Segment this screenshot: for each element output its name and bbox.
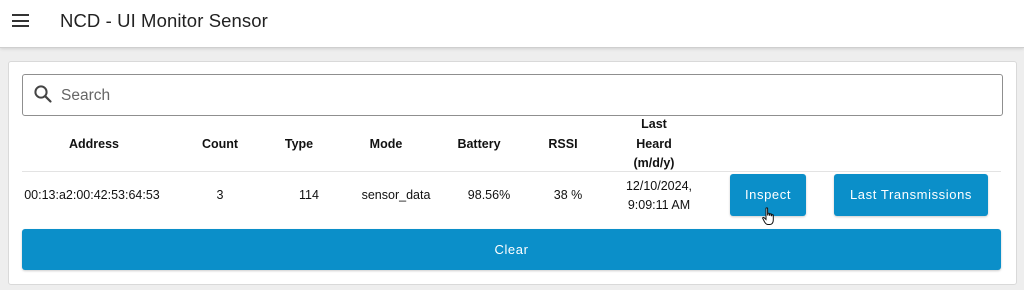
app-header: NCD - UI Monitor Sensor [0,0,1024,48]
search-input[interactable] [59,75,993,117]
header-mode: Mode [369,137,403,151]
cell-type: 114 [299,188,319,202]
hand-pointer-cursor-icon [762,207,774,225]
header-last-heard-line1: Last [641,117,667,131]
hamburger-menu-icon[interactable] [12,14,29,27]
header-address: Address [68,137,120,151]
cell-mode: sensor_data [361,188,431,202]
last-transmissions-button[interactable]: Last Transmissions [834,174,988,216]
header-battery: Battery [457,137,501,151]
cell-last-heard-date: 12/10/2024, [625,179,693,193]
header-last-heard-line3: (m/d/y) [633,156,675,170]
table-divider [22,171,1001,172]
header-rssi: RSSI [548,137,578,151]
search-icon [34,85,52,103]
cell-rssi: 38 % [553,188,583,202]
header-count: Count [201,137,239,151]
cell-battery: 98.56% [467,188,511,202]
cell-count: 3 [216,188,224,202]
clear-button[interactable]: Clear [22,229,1001,270]
sensor-card: Address Count Type Mode Battery RSSI Las… [8,61,1017,285]
app-title: NCD - UI Monitor Sensor [60,10,268,31]
header-last-heard-line2: Heard [636,137,672,151]
cell-last-heard-time: 9:09:11 AM [627,198,691,212]
search-box[interactable] [22,74,1003,117]
cell-address: 00:13:a2:00:42:53:64:53 [24,188,160,202]
header-type: Type [284,137,314,151]
